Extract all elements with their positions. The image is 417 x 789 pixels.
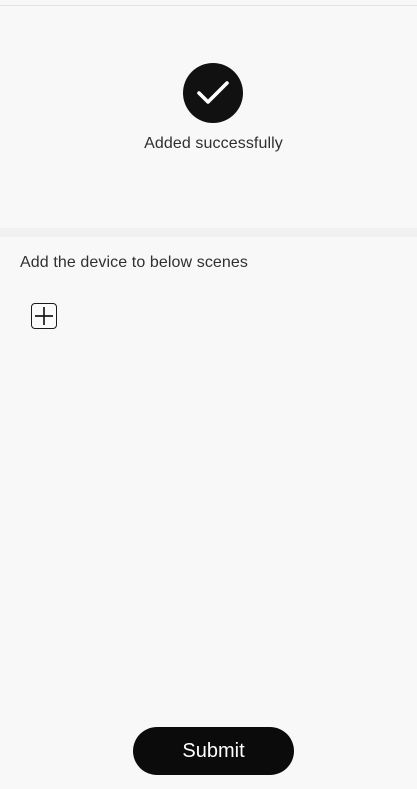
scenes-label: Add the device to below scenes [20,254,249,271]
submit-button[interactable]: Submit [133,727,294,775]
success-message: Added successfully [144,135,283,152]
success-panel: Added successfully [0,6,417,231]
check-icon [197,81,229,104]
success-check-icon [183,63,243,123]
section-divider [0,228,417,237]
plus-icon [35,307,53,325]
add-scene-button[interactable] [31,303,57,329]
